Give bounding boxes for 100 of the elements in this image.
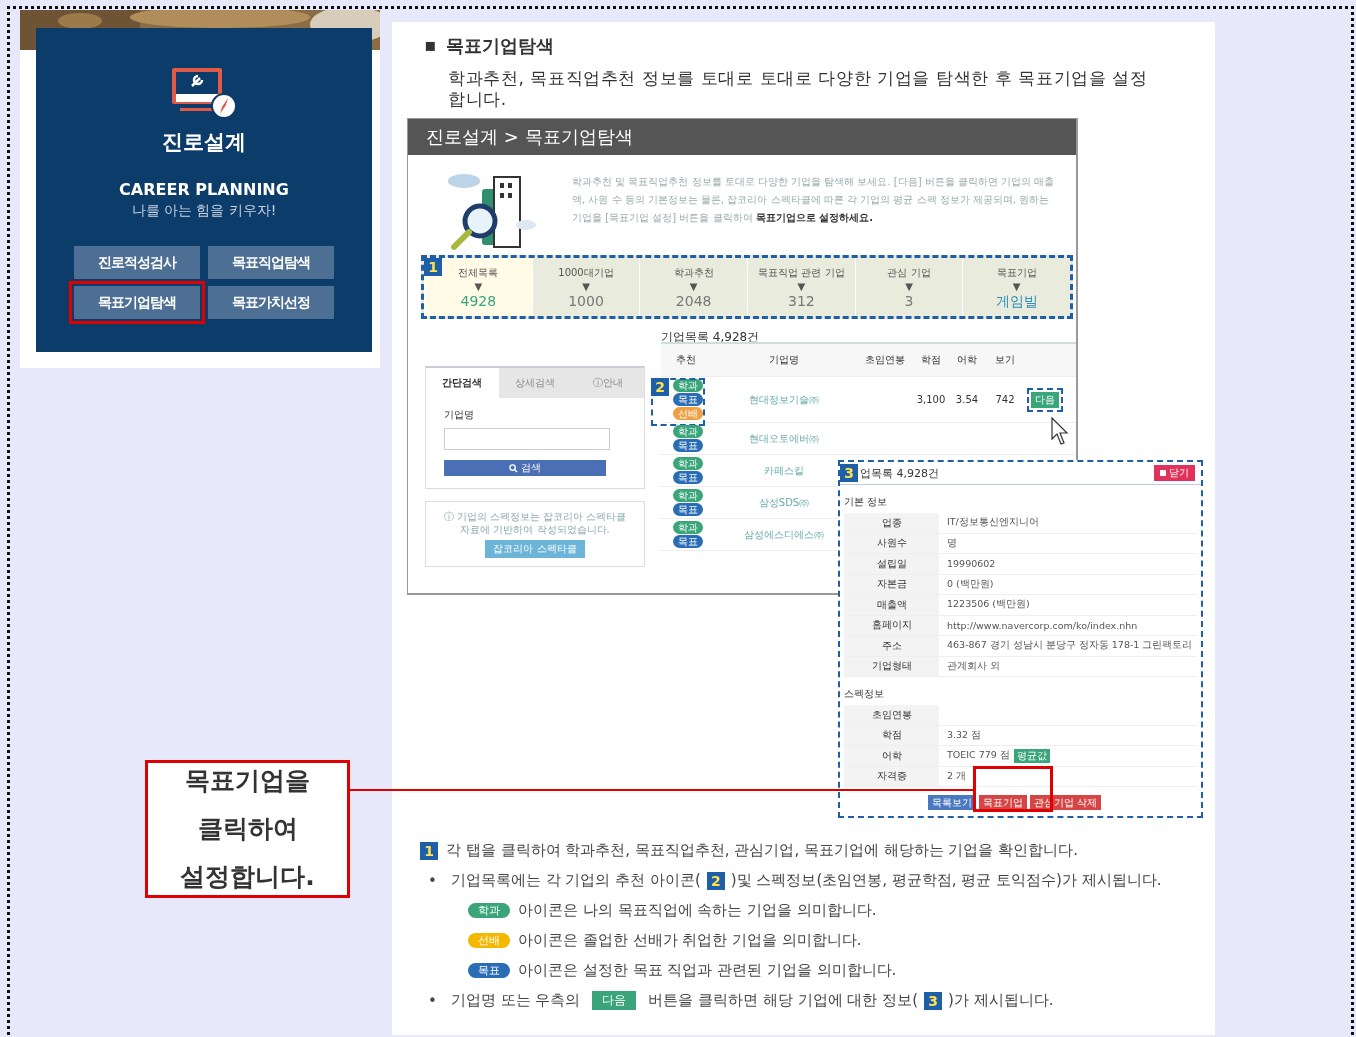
note-text: 기업명 또는 우측의 (450, 991, 581, 1010)
tag-pill: 목표 (673, 503, 703, 516)
tag-pill: 목표 (673, 439, 703, 452)
number-badge: 1 (420, 841, 438, 860)
field-label: 기업명 (444, 408, 475, 422)
card-slogan: 나를 아는 힘을 키우자! (131, 202, 277, 220)
card-title: 진로설계 (162, 129, 246, 156)
column-header: 어학 (956, 353, 978, 367)
intro-text: 학과추천, 목표직업추천 정보를 토대로 토대로 다양한 기업을 탐색한 후 목표기업을 설정합니다. (448, 68, 1149, 110)
close-button[interactable]: 닫기 (1154, 465, 1195, 481)
search-tab[interactable]: 상세검색 (498, 368, 572, 398)
number-badge: 2 (651, 378, 669, 396)
search-button[interactable]: 검색 (444, 460, 606, 476)
cursor-icon (1051, 417, 1069, 447)
column-header: 추천 (675, 353, 697, 367)
action-button[interactable]: 관심기업 삭제 (1029, 795, 1102, 810)
field-label: 기업형태 (844, 656, 939, 676)
tag-pill: 학과 (673, 521, 703, 534)
number-badge: 3 (840, 464, 858, 482)
tag-pill: 학과 (468, 903, 510, 918)
tag-pill: 목표 (673, 471, 703, 484)
status-badge: 평균값 (1013, 748, 1050, 763)
number-badge: 2 (706, 871, 725, 890)
note-text: )가 제시됩니다. (948, 991, 1054, 1010)
table-cell-text: 742 (994, 394, 1016, 405)
spec-link-button[interactable]: 잡코리아 스펙타클 (485, 540, 585, 558)
menu-button[interactable]: 진로적성검사 (74, 246, 200, 279)
note-text: 아이콘은 설정한 목표 직업과 관련된 기업을 의미합니다. (518, 961, 897, 980)
number-badge: 3 (924, 991, 943, 1010)
field-label: 어학 (844, 746, 939, 766)
action-button[interactable]: 목록보기 (927, 795, 976, 810)
number-badge: 1 (424, 258, 442, 276)
note-text: )및 스펙정보(초임연봉, 평균학점, 평균 토익점수)가 제시됩니다. (730, 871, 1162, 890)
column-header: 기업명 (768, 353, 800, 367)
breadcrumb: 진로설계 > 목표기업탐색 (426, 125, 633, 149)
column-header: 학점 (920, 353, 942, 367)
field-value: 3.32 점 (947, 728, 982, 742)
bullet-mark: • (428, 871, 437, 890)
field-label: 학점 (844, 725, 939, 745)
section-heading: 목표기업탐색 (446, 34, 555, 58)
section-label: 스펙정보 (844, 687, 885, 701)
table-cell-text: 3,100 (915, 394, 947, 405)
popup-title: 업목록 4,928건 (860, 465, 940, 481)
tag-pill: 선배 (468, 933, 510, 948)
category-tab[interactable]: 관심 기업 ▼ 3 (854, 258, 963, 316)
list-title: 기업목록 4,928건 (661, 329, 761, 346)
tag-pill: 학과 (673, 457, 703, 470)
field-value: 463-867 경기 성남시 분당구 정자동 178-1 그린팩토리 (946, 639, 1194, 653)
note-text: 기업목록에는 각 기업의 추천 아이콘( (450, 871, 701, 890)
field-label: 자격증 (844, 766, 939, 786)
field-value: http://www.navercorp.com/ko/index.nhn (946, 619, 1139, 631)
field-value: 명 (946, 536, 958, 550)
tag-pill: 선배 (673, 407, 703, 420)
field-label: 사원수 (844, 533, 939, 553)
tag-pill: 목표 (673, 535, 703, 548)
note-text: 각 탭을 클릭하여 학과추천, 목표직업추천, 관심기업, 목표기업에 해당하는 기업을 확인합니다. (446, 841, 1078, 860)
note-text: 아이콘은 졸업한 선배가 취업한 기업을 의미합니다. (518, 931, 862, 950)
note-text: 버튼을 클릭하면 해당 기업에 대한 정보( (648, 991, 919, 1010)
field-label: 홈페이지 (844, 615, 939, 635)
field-label: 초임연봉 (844, 705, 939, 725)
company-link[interactable]: 현대오토에버㈜ (711, 431, 857, 446)
tag-pill: 학과 (673, 489, 703, 502)
section-label: 기본 정보 (844, 495, 889, 509)
company-input-field[interactable] (444, 428, 610, 450)
tag-pill: 목표 (468, 963, 510, 978)
callout-text: 목표기업을 클릭하여 설정합니다. (179, 765, 316, 893)
note-text: 아이콘은 나의 목표직업에 속하는 기업을 의미합니다. (518, 901, 877, 920)
bullet-mark: • (428, 991, 437, 1010)
column-header: 초임연봉 (864, 353, 906, 367)
field-label: 설립일 (844, 554, 939, 574)
menu-button[interactable]: 목표가치선정 (208, 286, 334, 319)
field-label: 주소 (844, 636, 939, 656)
company-link[interactable]: 현대정보기술㈜ (711, 392, 857, 407)
search-icon (509, 463, 518, 473)
tag-pill: 학과 (673, 425, 703, 438)
category-tab[interactable]: 학과추천 ▼ 2048 (639, 258, 747, 316)
field-value: TOEIC 779 점 (947, 749, 1010, 763)
field-label: 업종 (844, 513, 939, 533)
field-value: 19990602 (946, 558, 997, 570)
category-tab[interactable]: 목표기업 ▼ 게임빌 (962, 258, 1071, 316)
column-header: 보기 (994, 353, 1016, 367)
field-label: 자본금 (844, 574, 939, 594)
card-subtitle: CAREER PLANNING (119, 180, 289, 199)
menu-button[interactable]: 목표기업탐색 (74, 286, 200, 319)
search-tab[interactable]: ⓘ안내 (571, 368, 644, 398)
field-label: 매출액 (844, 595, 939, 615)
tag-pill: 학과 (673, 379, 703, 392)
field-value: 2 개 (947, 769, 967, 783)
field-value: 0 (백만원) (946, 577, 995, 591)
category-tab[interactable]: 목표직업 관련 기업 ▼ 312 (747, 258, 855, 316)
bullet-mark: ▪ (424, 34, 437, 57)
field-value: 관계회사 외 (946, 659, 1002, 673)
menu-button[interactable]: 목표직업탐색 (208, 246, 334, 279)
category-tab[interactable]: 1000대기업 ▼ 1000 (531, 258, 640, 316)
notice-text: ⓘ 기업의 스펙정보는 잡코리아 스펙타클 자료에 기반하여 작성되었습니다. (442, 510, 628, 536)
field-value: 1223506 (백만원) (946, 598, 1031, 612)
description-text: 학과추천 및 목표직업추천 정보를 토대로 다양한 기업을 탐색해 보세요. [다음] 버튼을 클릭하면 기업의 매출액, 사원 수 등의 기본정보는 물론, 잡코리아 스펙타클에 따른 각 기업의 평균 스펙 정보가 제공되며, 원하는 기업을 [목표기업 설정] 버튼을 클릭하여 목표기업으로 설정하세요. (572, 175, 1056, 225)
tag-pill: 목표 (673, 393, 703, 406)
next-button[interactable]: 다음 (592, 991, 637, 1010)
table-cell-text: 3.54 (954, 394, 980, 405)
